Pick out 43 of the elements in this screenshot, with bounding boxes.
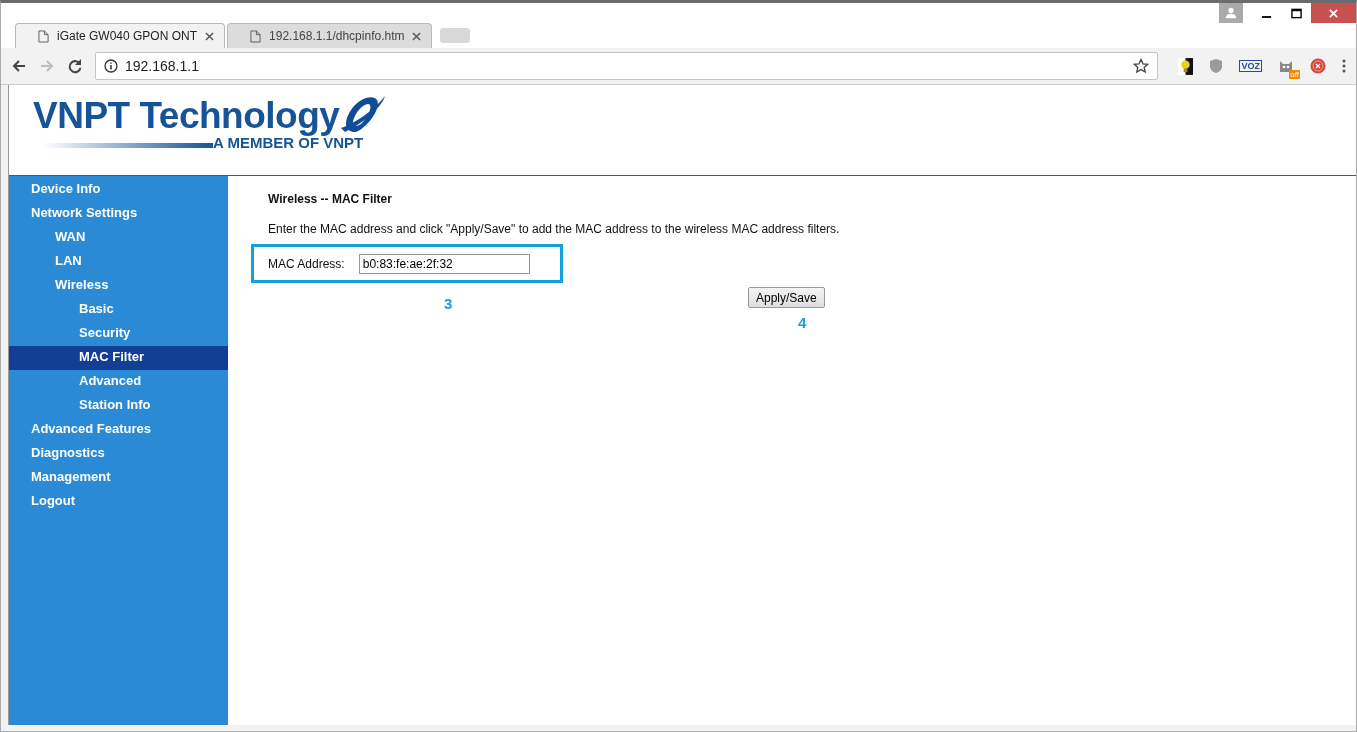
mac-address-field[interactable]: b0:83:fe:ae:2f:32 bbox=[358, 253, 530, 274]
close-icon[interactable] bbox=[412, 31, 422, 41]
field-label: MAC Address: bbox=[268, 256, 345, 271]
sidebar-item[interactable]: LAN bbox=[9, 250, 228, 274]
page-icon bbox=[250, 29, 262, 43]
back-icon[interactable] bbox=[11, 58, 27, 74]
sidebar-item[interactable]: WAN bbox=[9, 226, 228, 250]
sidebar-item[interactable]: MAC Filter bbox=[9, 346, 228, 370]
sidebar-item[interactable]: Logout bbox=[9, 490, 228, 514]
browser-tab[interactable]: 192.168.1.1/dhcpinfo.htm bbox=[227, 23, 433, 48]
cat-icon[interactable] bbox=[1278, 58, 1294, 74]
sidebar-item[interactable]: Network Settings bbox=[9, 202, 228, 226]
description: Enter the MAC address and click "Apply/Save" to add the MAC address to the wireless MAC address filters. bbox=[268, 222, 841, 236]
voz-extension-icon[interactable]: VOZ bbox=[1239, 60, 1262, 72]
person-icon bbox=[1225, 7, 1237, 19]
address-bar[interactable]: 192.168.1.1 bbox=[95, 52, 1159, 80]
page-title: Wireless -- MAC Filter bbox=[268, 192, 393, 206]
sidebar-item[interactable]: Advanced bbox=[9, 370, 228, 394]
star-icon[interactable] bbox=[1133, 58, 1150, 74]
brand-name: VNPT Technology bbox=[33, 95, 340, 137]
step-number: 3 bbox=[443, 295, 454, 312]
step-number: 4 bbox=[797, 314, 808, 331]
page-icon bbox=[38, 29, 49, 43]
sidebar-item[interactable]: Basic bbox=[9, 298, 228, 322]
sidebar-item[interactable]: Wireless bbox=[9, 274, 228, 298]
menu-icon[interactable] bbox=[1342, 58, 1346, 74]
close-icon bbox=[1328, 7, 1339, 19]
sidebar-item[interactable]: Diagnostics bbox=[9, 442, 228, 466]
off-badge: off bbox=[1289, 70, 1300, 79]
browser-tab[interactable]: iGate GW040 GPON ONT bbox=[15, 23, 226, 48]
x-circle-icon[interactable] bbox=[1310, 58, 1326, 74]
info-icon bbox=[104, 59, 118, 73]
maximize-icon bbox=[1290, 7, 1302, 19]
sidebar-item[interactable]: Management bbox=[9, 466, 228, 490]
minimize-icon bbox=[1260, 16, 1272, 18]
bulb-icon[interactable] bbox=[1178, 57, 1194, 75]
sidebar-item[interactable]: Device Info bbox=[9, 178, 228, 202]
sidebar-item[interactable]: Advanced Features bbox=[9, 418, 228, 442]
close-icon[interactable] bbox=[205, 31, 215, 41]
apply-save-button[interactable]: Apply/Save bbox=[748, 287, 825, 308]
sidebar-item[interactable]: Security bbox=[9, 322, 228, 346]
sidebar-item[interactable]: Station Info bbox=[9, 394, 228, 418]
reload-icon[interactable] bbox=[67, 58, 83, 74]
